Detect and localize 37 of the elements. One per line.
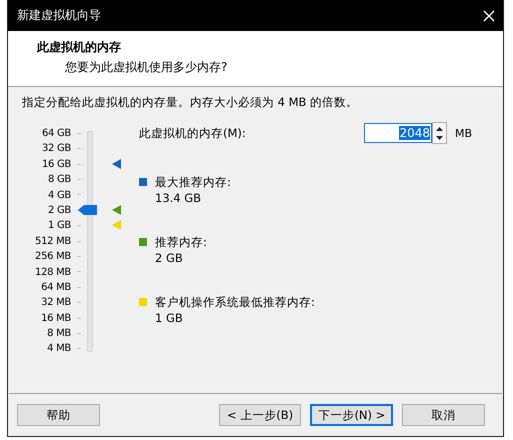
scale-label: 16 MB	[41, 312, 71, 324]
legend-label: 推荐内存:	[155, 234, 207, 250]
down-arrow-icon	[435, 136, 444, 140]
dialog-button[interactable]: < 上一步(B)	[218, 404, 302, 426]
dialog-button[interactable]: 帮助	[17, 404, 100, 426]
scale-label: 4 MB	[47, 343, 71, 354]
scale-label: 2 GB	[48, 204, 71, 216]
dialog-button[interactable]: 取消	[402, 404, 486, 426]
close-icon[interactable]	[483, 10, 495, 22]
scale-label: 512 MB	[35, 236, 71, 247]
window-title: 新建虚拟机向导	[17, 7, 101, 24]
scale-label: 32 GB	[42, 143, 71, 154]
legend-value: 1 GB	[155, 310, 184, 326]
up-arrow-icon	[435, 126, 444, 130]
scale-label: 256 MB	[35, 251, 71, 262]
legend-label: 最大推荐内存:	[155, 174, 231, 190]
legend-value: 2 GB	[155, 250, 184, 266]
scale-label: 16 GB	[42, 158, 71, 170]
scale-label: 1 GB	[48, 220, 71, 232]
scale-label: 128 MB	[35, 266, 71, 278]
scale-label: 32 MB	[41, 297, 71, 308]
dialog-button[interactable]: 下一步(N) >	[310, 404, 394, 426]
scale-label: 64 GB	[42, 128, 71, 139]
page-subtitle: 您要为此虚拟机使用多少内存?	[64, 59, 228, 76]
field-label: 此虚拟机的内存(M):	[139, 126, 247, 140]
legend-label: 客户机操作系统最低推荐内存:	[155, 294, 315, 310]
slider-thumb[interactable]	[78, 204, 97, 215]
legend-value: 13.4 GB	[155, 190, 202, 206]
description-text: 指定分配给此虚拟机的内存量。内存大小必须为 4 MB 的倍数。	[21, 94, 360, 111]
spin-buttons[interactable]	[432, 122, 447, 144]
scale-label: 8 MB	[47, 328, 71, 340]
scale-label: 4 GB	[48, 190, 71, 201]
scale-label: 64 MB	[41, 282, 71, 293]
unit-label: MB	[455, 126, 472, 140]
memory-input[interactable]: 2048	[364, 123, 432, 143]
scale-label: 8 GB	[48, 174, 71, 186]
page-title: 此虚拟机的内存	[37, 39, 122, 56]
